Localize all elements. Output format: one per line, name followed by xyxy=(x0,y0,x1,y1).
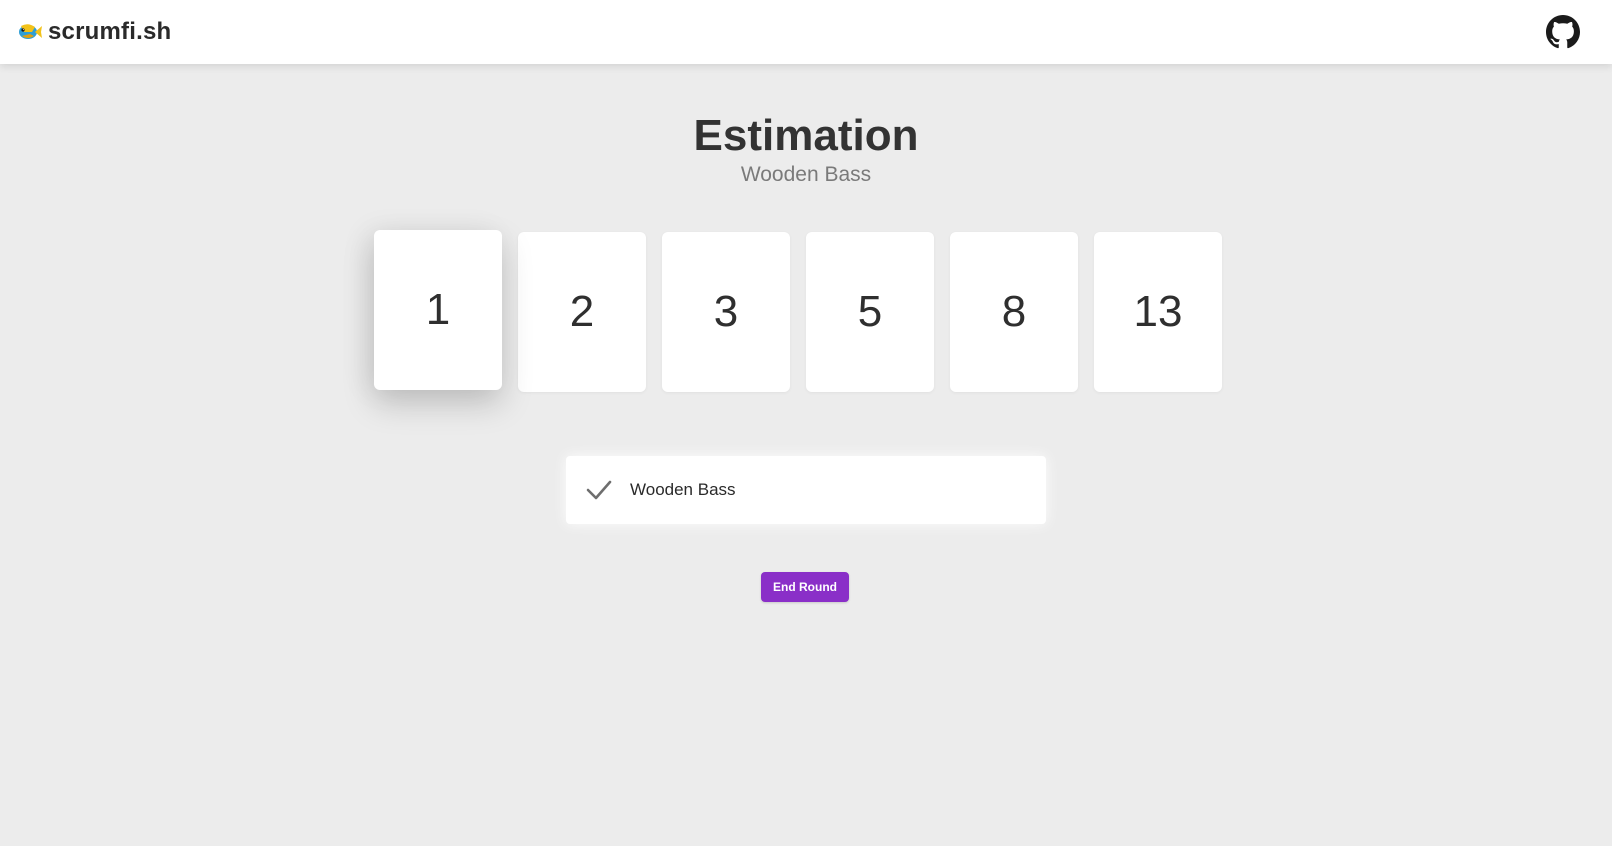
brand-name: scrumfi.sh xyxy=(48,18,172,45)
estimate-card-1[interactable]: 1 xyxy=(374,230,502,390)
participant-name: Wooden Bass xyxy=(630,480,736,499)
estimate-card-13[interactable]: 13 xyxy=(1094,232,1222,392)
github-link[interactable] xyxy=(1546,15,1580,49)
page-title: Estimation xyxy=(693,111,919,160)
participant-vote-item: Wooden Bass xyxy=(566,456,1046,524)
fish-icon xyxy=(19,24,42,39)
checkmark-icon xyxy=(586,480,612,500)
brand-link[interactable]: scrumfi.sh xyxy=(16,16,171,48)
estimate-card-8[interactable]: 8 xyxy=(950,232,1078,392)
estimation-cards: 1 2 3 5 8 13 xyxy=(374,230,1222,392)
estimation-heading: Estimation Wooden Bass xyxy=(0,112,1612,188)
top-navbar: scrumfi.sh xyxy=(0,0,1612,64)
github-icon xyxy=(1546,15,1580,49)
estimate-card-2[interactable]: 2 xyxy=(518,232,646,392)
estimate-card-5[interactable]: 5 xyxy=(806,232,934,392)
end-round-button[interactable]: End Round xyxy=(761,572,849,602)
estimate-card-3[interactable]: 3 xyxy=(662,232,790,392)
story-subtitle: Wooden Bass xyxy=(740,163,872,186)
